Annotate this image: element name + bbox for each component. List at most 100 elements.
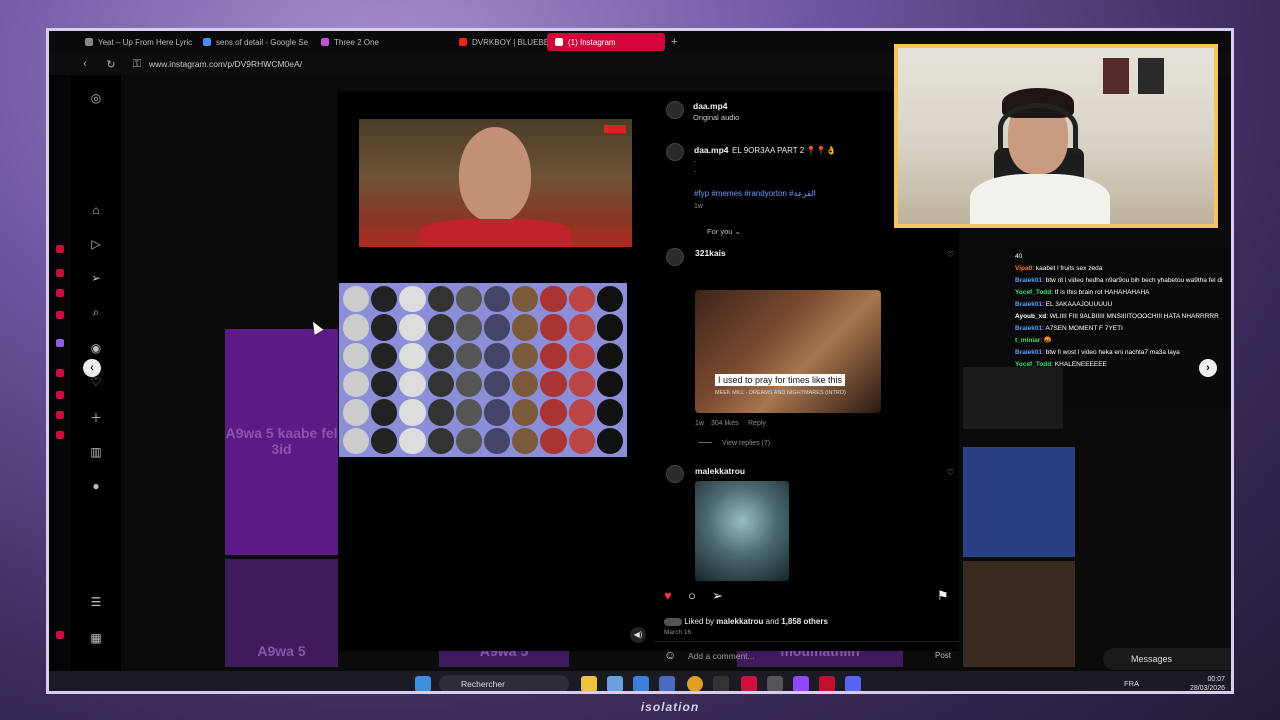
webcam-overlay xyxy=(894,44,1218,228)
heart-icon[interactable]: ♥ xyxy=(664,588,672,603)
heart-icon[interactable]: ♡ xyxy=(89,375,103,389)
more-icon[interactable]: ▦ xyxy=(89,631,103,645)
comment-sort[interactable]: For you ⌄ xyxy=(707,227,741,236)
post-audio[interactable]: Original audio xyxy=(693,113,739,122)
tab-1[interactable]: Yeat – Up From Here Lyric xyxy=(77,33,195,51)
stream-tile xyxy=(963,367,1063,429)
profile-icon[interactable]: ● xyxy=(89,479,103,493)
chat-username[interactable]: Braiek01 xyxy=(1015,277,1042,284)
collage-avatar xyxy=(343,371,370,398)
app-icon[interactable] xyxy=(713,676,729,691)
opera-icon[interactable] xyxy=(741,676,757,691)
chat-username[interactable]: Braiek01 xyxy=(1015,301,1042,308)
app-icon[interactable] xyxy=(633,676,649,691)
heart-icon[interactable]: ♡ xyxy=(947,250,954,259)
collage-avatar xyxy=(455,399,482,426)
chat-username[interactable]: Braiek01 xyxy=(1015,349,1042,356)
sidebar-app-icon[interactable] xyxy=(56,245,64,253)
app-icon[interactable] xyxy=(819,676,835,691)
new-tab-button[interactable]: + xyxy=(665,36,683,48)
post-actions: ♥ ○ ➢ ⚑ xyxy=(654,588,959,604)
avatar[interactable] xyxy=(666,143,684,161)
avatar[interactable] xyxy=(666,248,684,266)
sidebar-app-icon[interactable] xyxy=(56,631,64,639)
caption-user[interactable]: daa.mp4 xyxy=(694,145,729,155)
video-frame xyxy=(359,119,632,247)
comment-image[interactable]: I used to pray for times like this MEEK … xyxy=(695,290,881,413)
sidebar-app-icon[interactable] xyxy=(56,289,64,297)
carousel-prev[interactable]: ‹ xyxy=(83,359,101,377)
comment-icon[interactable]: ○ xyxy=(688,588,696,603)
comment-image[interactable] xyxy=(695,481,789,581)
clock[interactable]: 00:07 28/03/2026 xyxy=(1190,675,1225,691)
volume-icon[interactable]: ◀) xyxy=(630,627,646,643)
sidebar-app-icon[interactable] xyxy=(56,391,64,399)
likes-user[interactable]: malekkatrou xyxy=(716,617,763,626)
chat-username[interactable]: Braiek01 xyxy=(1015,325,1042,332)
tab-2[interactable]: sens of detail - Google Se xyxy=(195,33,313,51)
messages-button[interactable]: Messages xyxy=(1103,648,1231,670)
comment-user[interactable]: malekkatrou xyxy=(695,466,745,476)
reel-tile[interactable]: A9wa 5 kaabe fel 3id xyxy=(225,329,338,555)
dashboard-icon[interactable]: ▥ xyxy=(89,445,103,459)
view-replies[interactable]: View replies (7) xyxy=(722,440,770,447)
reload-icon[interactable]: ↻ xyxy=(105,58,117,71)
chat-username[interactable]: t_miniar xyxy=(1015,337,1040,344)
collage-avatar xyxy=(484,427,511,454)
reels-icon[interactable]: ▷ xyxy=(89,237,103,251)
post-date: March 16 xyxy=(664,629,692,636)
language-indicator[interactable]: FRA xyxy=(1124,679,1139,688)
collage-avatar xyxy=(399,314,426,341)
post-media[interactable]: ◀) xyxy=(338,91,654,651)
create-icon[interactable]: ＋ xyxy=(89,411,103,425)
emoji-icon[interactable]: ☺ xyxy=(664,648,676,662)
sidebar-app-icon[interactable] xyxy=(56,369,64,377)
chat-username[interactable]: Vipa0 xyxy=(1015,265,1032,272)
reply-button[interactable]: Reply xyxy=(748,420,766,427)
sidebar-app-icon[interactable] xyxy=(56,311,64,319)
comment-user[interactable]: 321kais xyxy=(695,248,726,258)
chat-username[interactable]: Yocef_Todd xyxy=(1015,289,1051,296)
avatar[interactable] xyxy=(666,101,684,119)
carousel-next[interactable]: › xyxy=(1199,359,1217,377)
likes-others[interactable]: 1,858 others xyxy=(781,617,828,626)
post-author[interactable]: daa.mp4 xyxy=(693,101,728,111)
app-icon[interactable] xyxy=(607,676,623,691)
collage-avatar xyxy=(596,399,623,426)
windows-start-icon[interactable] xyxy=(415,676,431,691)
menu-icon[interactable]: ☰ xyxy=(89,595,103,609)
taskbar-search[interactable]: Rechercher xyxy=(439,675,569,691)
reel-tile[interactable]: A9wa 5 xyxy=(225,559,338,667)
comment-likes[interactable]: 304 likes xyxy=(711,420,739,427)
heart-icon[interactable]: ♡ xyxy=(947,468,954,477)
discord-icon[interactable] xyxy=(845,676,861,691)
direct-icon[interactable]: ➢ xyxy=(89,271,103,285)
post-button[interactable]: Post xyxy=(935,651,951,660)
hashtags[interactable]: #fyp #memes #randyorton #القرعة xyxy=(694,189,816,198)
instagram-icon[interactable]: ◎ xyxy=(89,91,103,105)
bookmark-icon[interactable]: ⚑ xyxy=(937,588,949,604)
explore-icon[interactable]: ◉ xyxy=(89,341,103,355)
chat-text: : 🤬 xyxy=(1040,337,1053,344)
twitch-icon[interactable] xyxy=(793,676,809,691)
twitch-icon[interactable] xyxy=(56,339,64,347)
chrome-icon[interactable] xyxy=(687,676,703,691)
home-icon[interactable]: ⌂ xyxy=(89,203,103,217)
sidebar-app-icon[interactable] xyxy=(56,411,64,419)
url-field[interactable]: www.instagram.com/p/DV9RHWCM0eA/ xyxy=(149,59,302,69)
sidebar-app-icon[interactable] xyxy=(56,269,64,277)
chat-username[interactable]: Ayoub_xd xyxy=(1015,313,1046,320)
sidebar-app-icon[interactable] xyxy=(56,431,64,439)
collage-avatar xyxy=(455,314,482,341)
file-explorer-icon[interactable] xyxy=(581,676,597,691)
tab-3[interactable]: Three 2 One xyxy=(313,33,431,51)
avatar[interactable] xyxy=(666,465,684,483)
back-icon[interactable]: ‹ xyxy=(79,58,91,70)
share-icon[interactable]: ➢ xyxy=(712,588,723,604)
tab-instagram-active[interactable]: (1) Instagram xyxy=(547,33,665,51)
comment-input[interactable]: Add a comment... xyxy=(688,651,755,661)
search-icon[interactable]: ⌕ xyxy=(89,305,103,319)
obs-icon[interactable] xyxy=(767,676,783,691)
app-icon[interactable] xyxy=(659,676,675,691)
tab-4[interactable]: DVRKBOY | BLUEBERRY F xyxy=(451,33,547,51)
